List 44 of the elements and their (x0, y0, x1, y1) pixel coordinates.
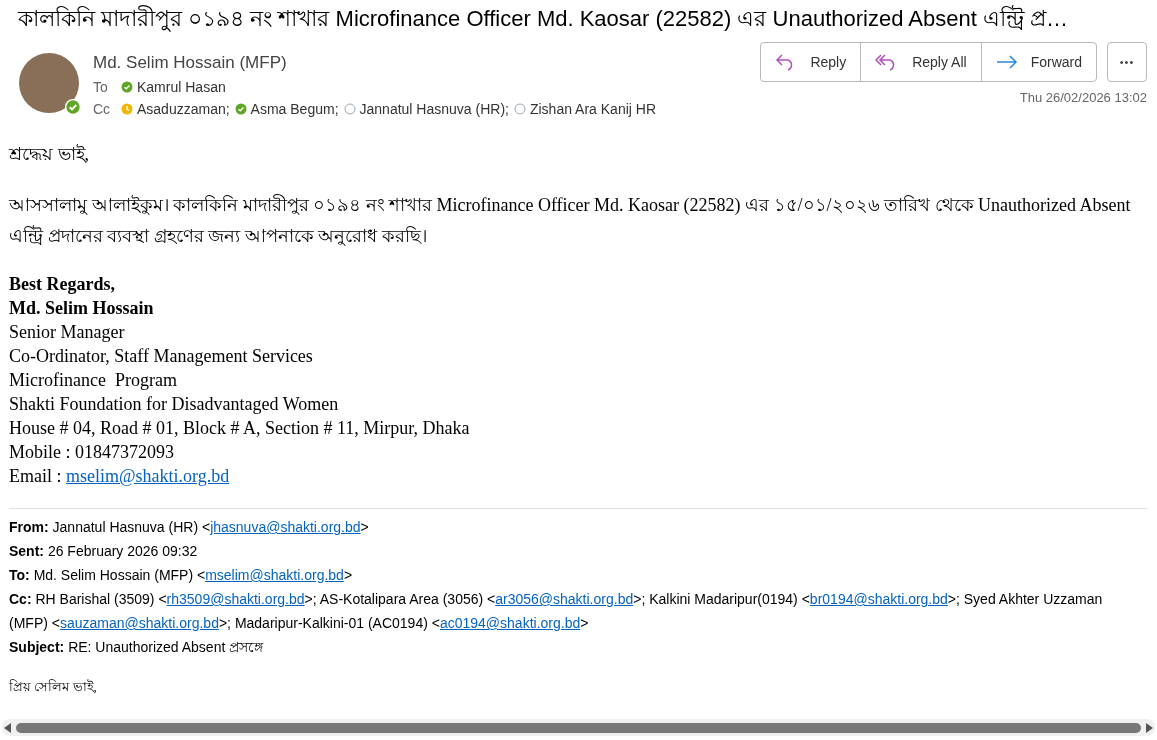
signature-line: Microfinance Program (9, 369, 178, 392)
email-link[interactable]: br0194@shakti.org.bd (809, 591, 948, 607)
cc-label: Cc (93, 100, 112, 119)
email-subject: কালকিনি মাদারীপুর ০১৯৪ নং শাখার Microfinance Officer Md. Kaosar (22582) এর Unauthorized Absent এন্ট্রি প্র… (18, 6, 1069, 31)
recipient-name[interactable]: Jannatul Hasnuva (HR); (359, 98, 509, 120)
email-link[interactable]: jhasnuva@shakti.org.bd (210, 519, 361, 535)
message-paragraph: আসসালামু আলাইকুম। কালকিনি মাদারীপুর ০১৯৪ নং শাখার Microfinance Officer Md. Kaosar (22582) এর ১৫/০১/২০২৬ তারিখ থেকে Unauthorized Absent এন্ট্রি প্রদানের ব্যবস্থা গ্রহণের জন্য আপনাকে অনুরোধ করছি। (9, 193, 1132, 248)
email-link[interactable]: rh3509@shakti.org.bd (166, 591, 305, 607)
avatar-photo-placeholder (19, 53, 79, 113)
signature-line: Md. Selim Hossain (9, 297, 155, 320)
right-arrow-icon (995, 54, 1018, 70)
header-field-line: Sent: 26 February 2026 09:32 (9, 542, 199, 561)
email-link[interactable]: ac0194@shakti.org.bd (439, 615, 581, 631)
greeting-text: শ্রদ্ধেয় ভাই, (9, 143, 90, 166)
header-field-line: Cc: RH Barishal (3509) <rh3509@shakti.org.bd>; AS-Kotalipara Area (3056) <ar3056@shakti.org.bd>; Kalkini Madaripur(0194) <br0194@shakti.org.bd>; Syed Akhter Uzzaman (MFP) <sauzaman@shakti.org.bd>; Madaripur-Kalkini-01 (AC0194) <ac0194@shakti.org.bd> (9, 590, 1104, 633)
to-label: To (93, 78, 109, 97)
header-field-line: To: Md. Selim Hossain (MFP) <mselim@shakti.org.bd> (9, 566, 354, 585)
reply-button[interactable]: Reply (761, 43, 861, 81)
sender-name[interactable]: Md. Selim Hossain (MFP) (93, 50, 656, 76)
signature-line: Co-Ordinator, Staff Management Services (9, 345, 314, 368)
signature-line: House # 04, Road # 01, Block # A, Section # 11, Mirpur, Dhaka (9, 417, 471, 440)
email-link[interactable]: ar3056@shakti.org.bd (495, 591, 634, 607)
reply-all-button[interactable]: Reply All (860, 43, 981, 81)
header-field-line: Subject: RE: Unauthorized Absent প্রসঙ্গে (9, 638, 265, 657)
signature-line: Shakti Foundation for Disadvantaged Women (9, 393, 340, 416)
recipient-name[interactable]: Zishan Ara Kanij HR (529, 98, 656, 120)
recipient-name[interactable]: Asma Begum; (250, 98, 339, 120)
email-link[interactable]: mselim@shakti.org.bd (205, 567, 344, 583)
email-link[interactable]: sauzaman@shakti.org.bd (59, 615, 219, 631)
forwarded-greeting: প্রিয় সেলিম ভাই, (8, 678, 98, 696)
scroll-left-icon[interactable] (4, 722, 12, 733)
horizontal-scrollbar[interactable] (2, 719, 1155, 736)
recipient-name[interactable]: Kamrul Hasan (137, 76, 226, 98)
signature-line: Mobile : 01847372093 (9, 441, 175, 464)
scroll-right-icon[interactable] (1145, 722, 1153, 733)
email-link[interactable]: mselim@shakti.org.bd (66, 466, 230, 486)
header-field-line: From: Jannatul Hasnuva (HR) <jhasnuva@shakti.org.bd> (9, 518, 370, 537)
sent-date: Thu 26/02/2026 13:02 (1019, 89, 1147, 107)
signature-line: Senior Manager (9, 321, 126, 344)
forward-button[interactable]: Forward (980, 43, 1096, 81)
more-button[interactable]: ••• (1107, 42, 1147, 82)
recipient-name[interactable]: Asaduzzaman; (137, 98, 230, 120)
signature-line: Email : mselim@shakti.org.bd (9, 465, 231, 488)
signature-line: Best Regards, (9, 273, 116, 296)
